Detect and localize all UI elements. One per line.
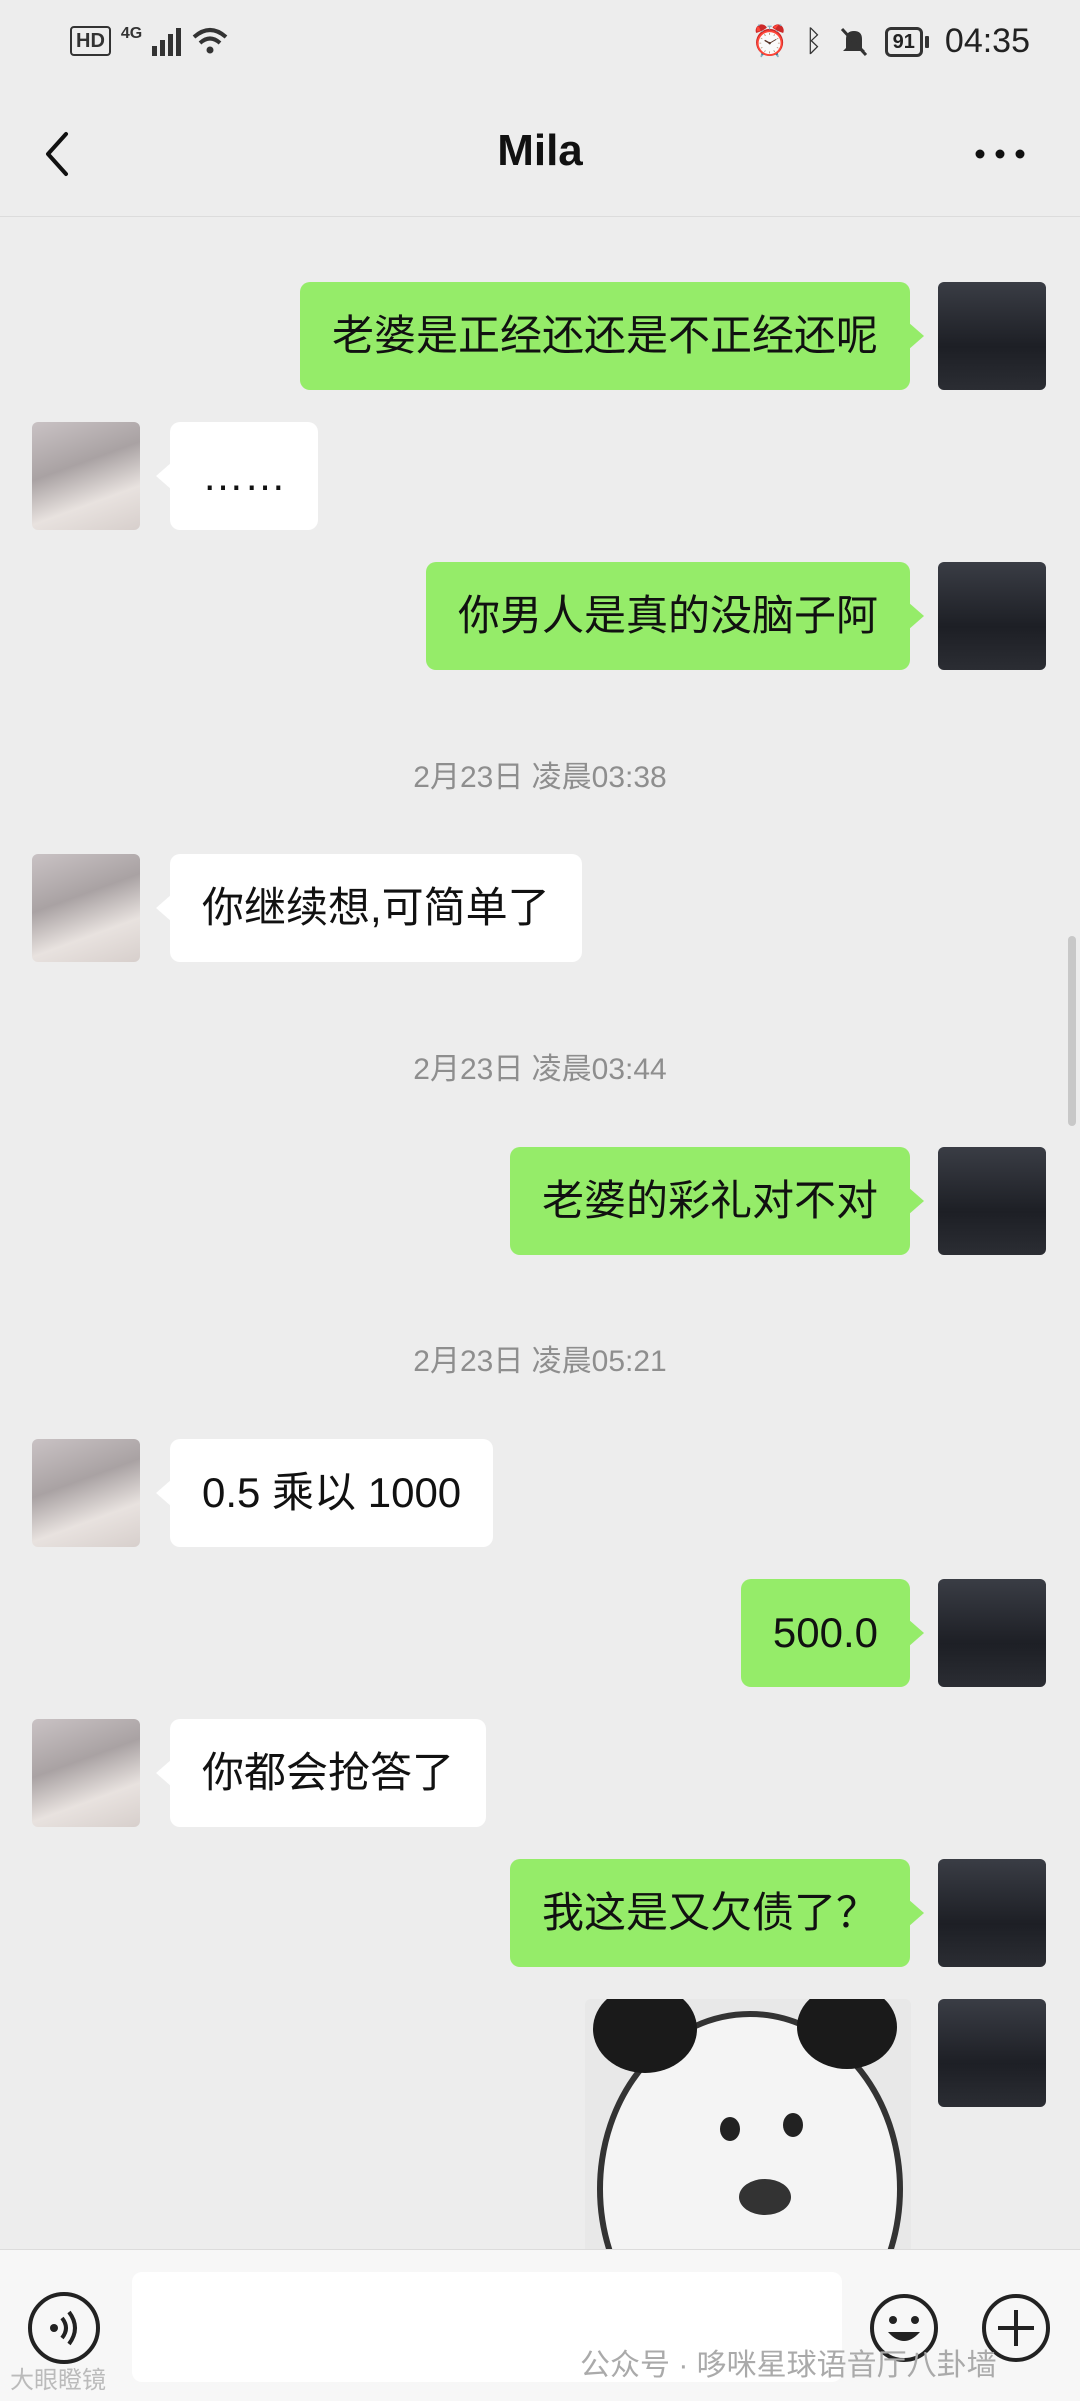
message-list[interactable]: 老婆是正经还还是不正经还呢 …… 你男人是真的没脑子阿 2月23日 凌晨03:3…	[0, 216, 1080, 2249]
received-message-bubble[interactable]: ……	[156, 422, 318, 530]
sent-message-bubble[interactable]: 500.0	[740, 1579, 925, 1687]
my-avatar[interactable]	[938, 282, 1046, 390]
watermark-text: 公众号 · 哆咪星球语音厅八卦墙	[580, 2349, 997, 2382]
clock-time: 04:35	[944, 22, 1030, 60]
network-label: 4G	[120, 25, 143, 42]
status-bar: HD 4G ⏰ ᛒ 91 04:35	[0, 0, 1080, 92]
contact-avatar[interactable]	[32, 422, 140, 530]
sent-message-bubble[interactable]: 你男人是真的没脑子阿	[425, 562, 925, 670]
contact-avatar[interactable]	[32, 1439, 140, 1547]
voice-icon	[50, 2310, 77, 2346]
message-timestamp: 2月23日 凌晨03:44	[413, 1053, 667, 1086]
message-timestamp: 2月23日 凌晨05:21	[413, 1345, 667, 1378]
message-timestamp: 2月23日 凌晨03:38	[413, 761, 667, 794]
more-dots-icon	[975, 149, 1025, 159]
my-avatar[interactable]	[938, 1999, 1046, 2107]
scrollbar[interactable]	[1068, 936, 1076, 1126]
panda-face-sticker	[593, 1999, 903, 2249]
chat-title: Mila	[497, 126, 583, 175]
my-avatar[interactable]	[938, 1579, 1046, 1687]
more-button[interactable]	[970, 134, 1030, 174]
voice-button[interactable]	[28, 2292, 100, 2364]
sent-message-bubble[interactable]: 老婆的彩礼对不对	[509, 1147, 925, 1255]
contact-avatar[interactable]	[32, 854, 140, 962]
my-avatar[interactable]	[938, 562, 1046, 670]
contact-avatar[interactable]	[32, 1719, 140, 1827]
received-message-bubble[interactable]: 你都会抢答了	[155, 1719, 487, 1827]
sent-message-bubble[interactable]: 我这是又欠债了？	[509, 1859, 925, 1967]
bluetooth-icon: ᛒ	[804, 24, 823, 58]
sticker-image[interactable]	[585, 1999, 911, 2249]
corner-watermark: 大眼瞪镜	[10, 2367, 106, 2394]
status-left: HD 4G	[70, 26, 229, 56]
sent-message-bubble[interactable]: 老婆是正经还还是不正经还呢	[299, 282, 925, 390]
hd-badge: HD	[70, 26, 111, 56]
alarm-icon: ⏰	[751, 25, 789, 58]
my-avatar[interactable]	[938, 1859, 1046, 1967]
wifi-icon	[192, 28, 228, 54]
chat-header: Mila	[0, 92, 1080, 217]
battery-icon: 91	[884, 26, 929, 57]
signal-icon	[152, 26, 182, 56]
mute-bell-icon	[840, 27, 867, 56]
received-message-bubble[interactable]: 0.5 乘以 1000	[155, 1439, 494, 1547]
received-message-bubble[interactable]: 你继续想,可简单了	[156, 854, 582, 962]
battery-level: 91	[884, 26, 923, 57]
my-avatar[interactable]	[938, 1147, 1046, 1255]
status-right: ⏰ ᛒ 91 04:35	[751, 22, 1030, 61]
